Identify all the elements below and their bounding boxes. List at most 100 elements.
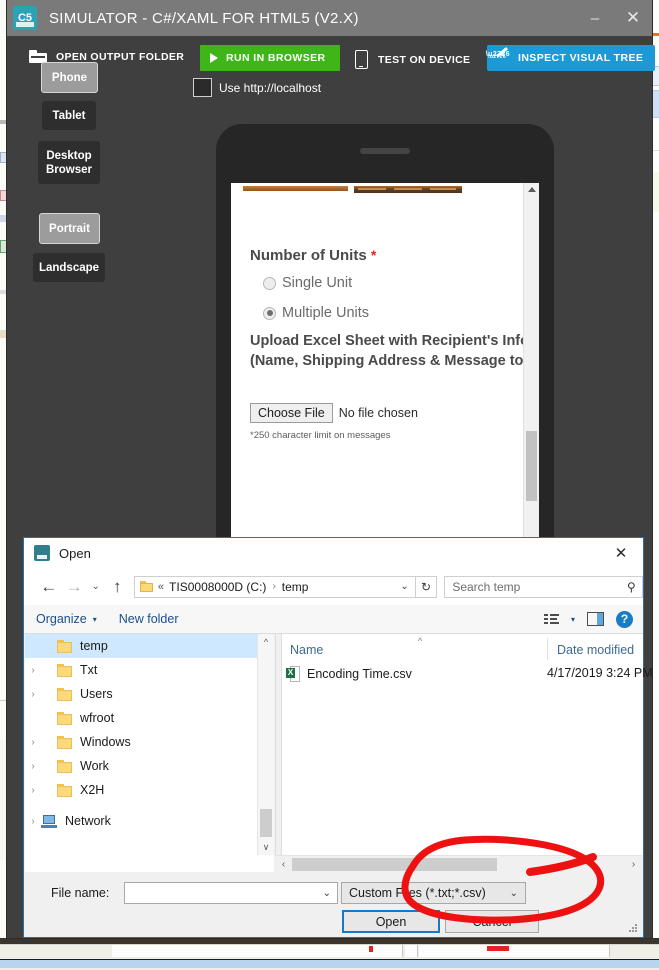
dialog-footer: File name: ⌄ Custom Files (*.txt;*.csv) … — [24, 874, 643, 937]
inspect-visual-tree-button[interactable]: \u2726 \u2726 INSPECT VISUAL TREE — [486, 45, 656, 71]
tree-item-label: Work — [80, 759, 109, 773]
file-type-filter-value: Custom Files (*.txt;*.csv) — [349, 886, 486, 900]
resize-grip[interactable] — [629, 924, 639, 934]
orientation-button-landscape[interactable]: Landscape — [33, 253, 105, 282]
no-file-chosen-text: No file chosen — [338, 406, 418, 420]
tree-expander-icon[interactable]: › — [25, 737, 41, 748]
test-on-device-label: TEST ON DEVICE — [378, 53, 471, 66]
tree-expander-icon[interactable]: › — [25, 689, 41, 700]
view-controls: ▾ ? — [543, 610, 633, 628]
close-button[interactable]: ✕ — [614, 0, 652, 36]
orientation-button-portrait[interactable]: Portrait — [39, 213, 100, 244]
open-file-dialog: Open ✕ ← → ⌄ ↑ « TIS0008000D (C:) › temp… — [23, 537, 653, 938]
radio-multiple-units-control[interactable] — [263, 306, 276, 320]
up-button[interactable]: ↑ — [104, 572, 129, 602]
device-button-desktop-browser[interactable]: Desktop Browser — [38, 141, 100, 184]
dialog-close-button[interactable]: ✕ — [599, 538, 643, 568]
search-box[interactable]: Search temp ⚲ — [444, 575, 643, 598]
minimize-button[interactable]: – — [576, 0, 614, 36]
breadcrumb-folder[interactable]: temp — [282, 580, 309, 594]
file-date-cell: 4/17/2019 3:24 PM — [547, 666, 653, 680]
tree-item-txt[interactable]: › Txt — [25, 658, 274, 682]
refresh-button[interactable]: ↻ — [415, 575, 438, 598]
horizontal-scroll-thumb[interactable] — [292, 858, 497, 871]
tree-item-temp[interactable]: temp — [25, 634, 274, 658]
folder-icon — [57, 759, 72, 773]
pane-splitter[interactable] — [276, 634, 282, 855]
scroll-down-arrow-icon[interactable]: ∨ — [258, 839, 274, 855]
tree-item-network[interactable]: › Network — [25, 809, 274, 833]
folder-icon — [57, 735, 72, 749]
tree-expander-icon[interactable]: › — [25, 761, 41, 772]
use-localhost-label: Use http://localhost — [219, 80, 322, 95]
tree-expander-icon[interactable]: › — [25, 785, 41, 796]
column-divider[interactable] — [547, 638, 548, 660]
search-input[interactable]: Search temp — [452, 580, 520, 594]
scroll-right-arrow-icon[interactable]: › — [625, 856, 642, 873]
network-icon — [41, 814, 58, 828]
preview-pane-icon[interactable] — [587, 612, 604, 626]
file-list-item[interactable]: X Encoding Time.csv — [286, 666, 412, 682]
breadcrumb-drive[interactable]: TIS0008000D (C:) — [169, 580, 266, 594]
back-button[interactable]: ← — [36, 572, 61, 602]
folder-icon — [57, 663, 72, 677]
run-in-browser-button[interactable]: RUN IN BROWSER — [200, 45, 340, 71]
file-type-filter-select[interactable]: Custom Files (*.txt;*.csv) ⌄ — [341, 882, 526, 904]
dialog-titlebar: Open ✕ — [24, 538, 643, 568]
device-button-tablet[interactable]: Tablet — [42, 101, 96, 130]
file-list-horizontal-scrollbar[interactable]: ‹ › — [275, 855, 642, 873]
tree-scroll-thumb[interactable] — [260, 809, 272, 837]
address-dropdown-icon[interactable]: ⌄ — [400, 581, 408, 592]
device-button-phone[interactable]: Phone — [41, 62, 98, 93]
address-bar[interactable]: « TIS0008000D (C:) › temp ⌄ — [133, 575, 416, 598]
dialog-title: Open — [59, 545, 91, 561]
tree-scrollbar[interactable]: ^ ∨ — [257, 634, 274, 855]
column-header-date-modified[interactable]: Date modified — [557, 643, 634, 657]
choose-file-button[interactable]: Choose File — [250, 403, 333, 423]
scroll-thumb[interactable] — [526, 431, 537, 501]
simulator-titlebar: C5 SIMULATOR - C#/XAML FOR HTML5 (V2.X) … — [7, 0, 652, 36]
tree-expander-icon[interactable]: › — [25, 816, 41, 827]
recent-locations-button[interactable]: ⌄ — [87, 572, 105, 602]
background-taskbar — [0, 944, 659, 970]
tree-item-label: Windows — [80, 735, 131, 749]
chevron-down-icon[interactable]: ⌄ — [323, 888, 331, 899]
tree-item-x2h[interactable]: › X2H — [25, 778, 274, 802]
annotation-stroke-fragment — [487, 946, 509, 951]
file-name-input[interactable]: ⌄ — [124, 882, 338, 904]
tree-item-users[interactable]: › Users — [25, 682, 274, 706]
column-header-name[interactable]: Name — [290, 643, 323, 657]
radio-single-unit[interactable]: Single Unit — [263, 275, 352, 291]
preview-scrollbar[interactable] — [523, 183, 539, 554]
new-folder-button[interactable]: New folder — [119, 612, 179, 626]
phone-screen: Number of Units * Single Unit Multiple U… — [231, 183, 539, 554]
use-localhost-checkbox-row[interactable]: Use http://localhost — [193, 78, 321, 97]
tree-item-label: X2H — [80, 783, 105, 797]
orientation-button-portrait-label: Portrait — [49, 222, 90, 235]
tree-item-wfroot[interactable]: wfroot — [25, 706, 274, 730]
dialog-navigation-bar: ← → ⌄ ↑ « TIS0008000D (C:) › temp ⌄ ↻ Se… — [24, 568, 643, 605]
radio-multiple-units[interactable]: Multiple Units — [263, 305, 369, 321]
view-list-icon[interactable] — [543, 613, 560, 625]
cancel-button[interactable]: Cancel — [445, 910, 539, 933]
test-on-device-button[interactable]: TEST ON DEVICE — [355, 50, 470, 69]
tree-item-windows[interactable]: › Windows — [25, 730, 274, 754]
file-list-pane: ^ Name Date modified X Encoding Time.csv… — [275, 634, 653, 855]
view-chevron-down-icon[interactable]: ▾ — [571, 615, 575, 624]
use-localhost-checkbox[interactable] — [193, 78, 212, 97]
tree-expander-icon[interactable]: › — [25, 665, 41, 676]
scroll-left-arrow-icon[interactable]: ‹ — [275, 856, 292, 873]
scroll-up-arrow-icon[interactable] — [528, 187, 536, 192]
open-button[interactable]: Open — [342, 910, 440, 933]
bg-taskbar-segment — [112, 945, 403, 957]
file-name-cell: Encoding Time.csv — [307, 667, 412, 681]
radio-single-unit-control[interactable] — [263, 276, 276, 290]
address-overflow-icon[interactable]: « — [158, 581, 164, 593]
help-icon[interactable]: ? — [616, 610, 633, 628]
app-logo-icon: C5 — [13, 6, 37, 30]
tree-item-work[interactable]: › Work — [25, 754, 274, 778]
forward-button[interactable]: → — [61, 572, 86, 602]
file-picker[interactable]: Choose File No file chosen — [250, 403, 418, 423]
organize-menu[interactable]: Organize ▾ — [36, 612, 97, 626]
scroll-up-arrow-icon[interactable]: ^ — [258, 634, 274, 650]
